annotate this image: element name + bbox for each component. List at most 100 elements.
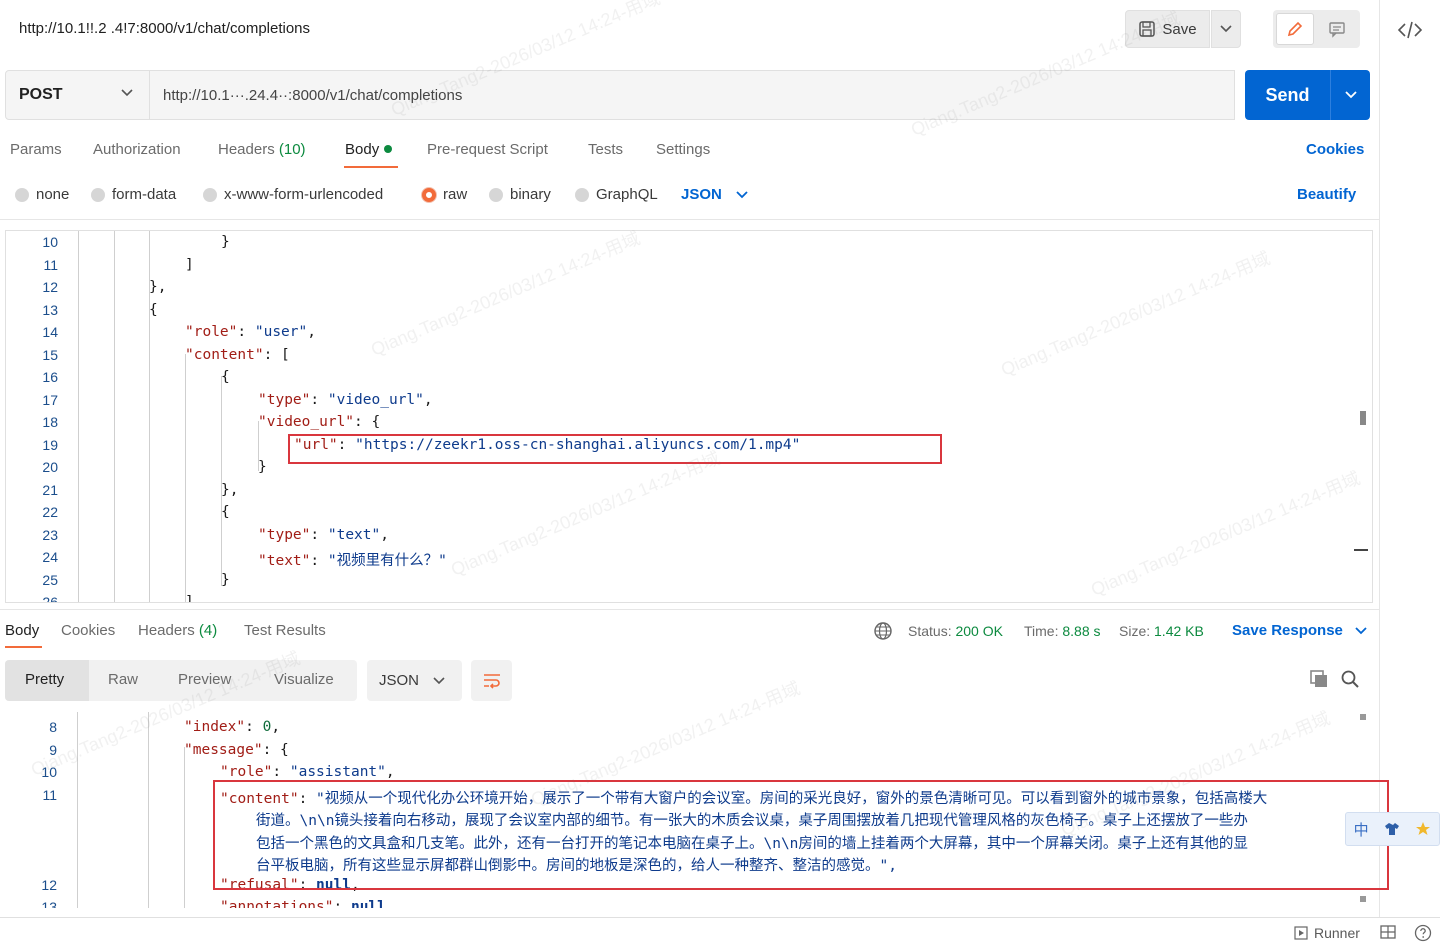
radio-binary[interactable]: binary — [489, 186, 551, 203]
radio-dot-selected — [422, 187, 436, 202]
chevron-down-icon — [121, 89, 133, 97]
radio-urlencoded[interactable]: x-www-form-urlencoded — [203, 186, 383, 203]
shirt-icon[interactable] — [1384, 821, 1400, 837]
ime-language[interactable]: 中 — [1354, 819, 1369, 840]
line-number: 10 — [41, 764, 57, 780]
play-icon — [1294, 926, 1308, 940]
view-visualize[interactable]: Visualize — [274, 671, 334, 688]
request-title[interactable]: http://10.1!!.2 .4!7:8000/v1/chat/comple… — [19, 20, 310, 37]
response-tab-headers-label: Headers — [138, 622, 195, 639]
save-response-label: Save Response — [1232, 622, 1343, 639]
line-number: 17 — [42, 392, 58, 408]
body-language-label: JSON — [681, 186, 722, 203]
save-dropdown-button[interactable] — [1211, 10, 1241, 48]
size-readout[interactable]: Size: 1.42 KB — [1119, 623, 1204, 639]
tab-settings[interactable]: Settings — [656, 141, 710, 158]
editor-scrollbar-thumb[interactable] — [1360, 411, 1366, 425]
edit-mode-button[interactable] — [1276, 13, 1314, 45]
json-string: "assistant" — [289, 764, 386, 780]
divider — [0, 219, 1379, 220]
globe-icon[interactable] — [873, 621, 893, 641]
two-pane-layout-icon[interactable] — [1380, 924, 1396, 940]
status-bar — [0, 917, 1440, 948]
help-icon[interactable] — [1414, 924, 1432, 942]
time-readout[interactable]: Time: 8.88 s — [1024, 623, 1101, 639]
search-icon[interactable] — [1340, 669, 1360, 689]
json-string: "video_url" — [327, 392, 424, 408]
response-tab-cookies[interactable]: Cookies — [61, 622, 115, 639]
json-key: "role" — [220, 764, 273, 780]
size-label: Size: — [1119, 623, 1151, 639]
ime-toolbar[interactable]: 中 — [1345, 812, 1440, 846]
radio-dot — [15, 187, 29, 202]
tab-headers-label: Headers — [218, 141, 275, 158]
response-language-select[interactable]: JSON — [367, 660, 462, 701]
save-icon — [1139, 21, 1156, 37]
scrollbar-arrow-up[interactable] — [1360, 714, 1366, 720]
line-number: 14 — [42, 324, 58, 340]
send-button[interactable]: Send — [1245, 70, 1330, 120]
body-language-select[interactable]: JSON — [681, 186, 748, 203]
radio-graphql-label: GraphQL — [596, 186, 658, 203]
send-dropdown-button[interactable] — [1330, 70, 1370, 120]
json-string: "user" — [254, 324, 308, 340]
save-response-button[interactable]: Save Response — [1232, 622, 1367, 639]
save-button[interactable]: Save — [1125, 10, 1210, 48]
beautify-link[interactable]: Beautify — [1297, 186, 1356, 203]
response-tab-headers-count: (4) — [198, 622, 218, 639]
scrollbar-arrow-down[interactable] — [1360, 896, 1366, 902]
tab-tests[interactable]: Tests — [588, 141, 623, 158]
code-line: "role": "user", — [185, 324, 316, 340]
chevron-down-icon — [1220, 25, 1232, 33]
comments-mode-button[interactable] — [1318, 13, 1356, 45]
body-modified-dot — [384, 145, 393, 153]
view-pretty[interactable]: Pretty — [25, 671, 64, 688]
postman-window: http://10.1!!.2 .4!7:8000/v1/chat/comple… — [0, 0, 1440, 948]
line-number: 24 — [42, 549, 58, 565]
radio-none[interactable]: none — [15, 186, 69, 203]
tab-body[interactable]: Body — [345, 141, 393, 158]
url-input[interactable]: http://10.1···.24.4··:8000/v1/chat/compl… — [150, 70, 1235, 120]
code-brace: } — [258, 459, 267, 475]
tab-prerequest-script[interactable]: Pre-request Script — [427, 141, 548, 158]
json-string: "text" — [327, 527, 381, 543]
status-readout[interactable]: Status: 200 OK — [908, 623, 1003, 639]
wrap-lines-button[interactable] — [471, 660, 512, 701]
radio-graphql[interactable]: GraphQL — [575, 186, 658, 203]
response-language-label: JSON — [379, 672, 420, 689]
code-line: "content": [ — [185, 347, 290, 363]
json-key: "message" — [184, 742, 263, 758]
chevron-down-icon — [1355, 626, 1367, 634]
radio-dot — [575, 187, 589, 202]
code-brace: { — [149, 302, 158, 318]
tab-headers-count: (10) — [278, 141, 306, 158]
json-key: "annotations" — [220, 899, 334, 908]
view-preview[interactable]: Preview — [178, 671, 231, 688]
json-key: "index" — [184, 719, 246, 735]
response-tab-headers[interactable]: Headers (4) — [138, 622, 217, 639]
code-line: "role": "assistant", — [220, 764, 395, 780]
active-tab-indicator — [5, 646, 42, 648]
tab-authorization[interactable]: Authorization — [93, 141, 181, 158]
code-brace: } — [221, 234, 230, 250]
tab-headers[interactable]: Headers (10) — [218, 141, 306, 158]
view-raw[interactable]: Raw — [108, 671, 138, 688]
response-tab-body[interactable]: Body — [5, 622, 39, 639]
radio-binary-label: binary — [510, 186, 551, 203]
code-line: "text": "视频里有什么？" — [258, 553, 447, 569]
line-number: 10 — [42, 234, 58, 250]
response-tab-test-results[interactable]: Test Results — [244, 622, 326, 639]
radio-raw[interactable]: raw — [422, 186, 467, 203]
copy-icon[interactable] — [1309, 669, 1329, 689]
request-body-editor[interactable]: 10 11 12 13 14 15 16 17 18 19 20 21 22 2… — [5, 230, 1373, 603]
star-icon[interactable] — [1415, 821, 1431, 837]
runner-button[interactable]: Runner — [1294, 925, 1360, 941]
code-snippet-icon[interactable] — [1396, 18, 1424, 42]
line-number: 25 — [42, 572, 58, 588]
method-label: POST — [19, 86, 63, 103]
radio-form-data[interactable]: form-data — [91, 186, 176, 203]
cookies-link[interactable]: Cookies — [1306, 141, 1364, 158]
code-line: "type": "video_url", — [258, 392, 433, 408]
chevron-down-icon — [736, 190, 748, 198]
tab-params[interactable]: Params — [10, 141, 62, 158]
